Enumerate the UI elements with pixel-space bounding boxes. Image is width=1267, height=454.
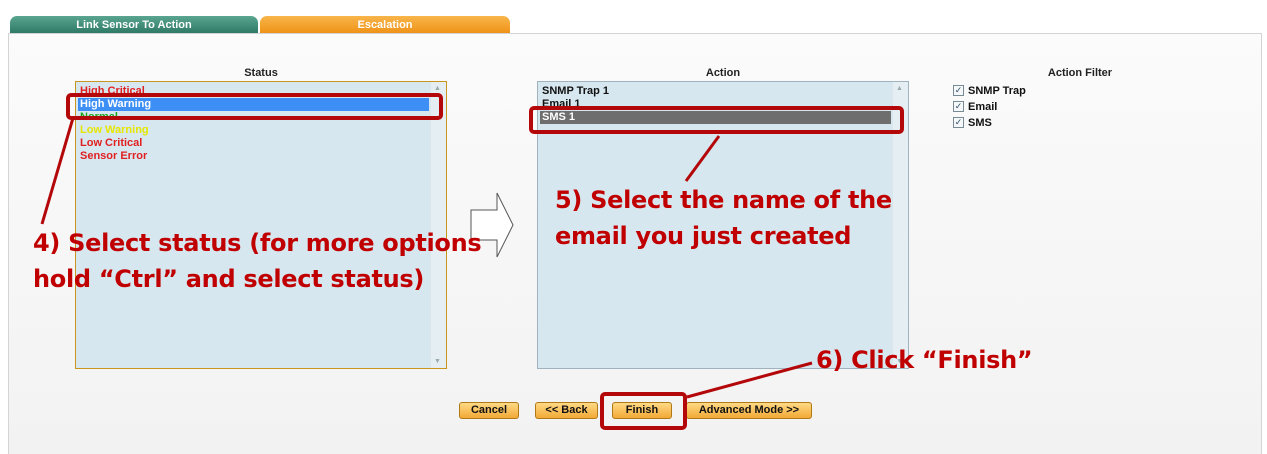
annotation-step5-line1: 5) Select the name of the — [555, 186, 892, 214]
annotation-step5-line2: email you just created — [555, 222, 852, 250]
annotation-step4-line1: 4) Select status (for more options — [33, 229, 482, 257]
annotation-step4-line2: hold “Ctrl” and select status) — [33, 265, 425, 293]
annotation-step6: 6) Click “Finish” — [816, 346, 1033, 374]
